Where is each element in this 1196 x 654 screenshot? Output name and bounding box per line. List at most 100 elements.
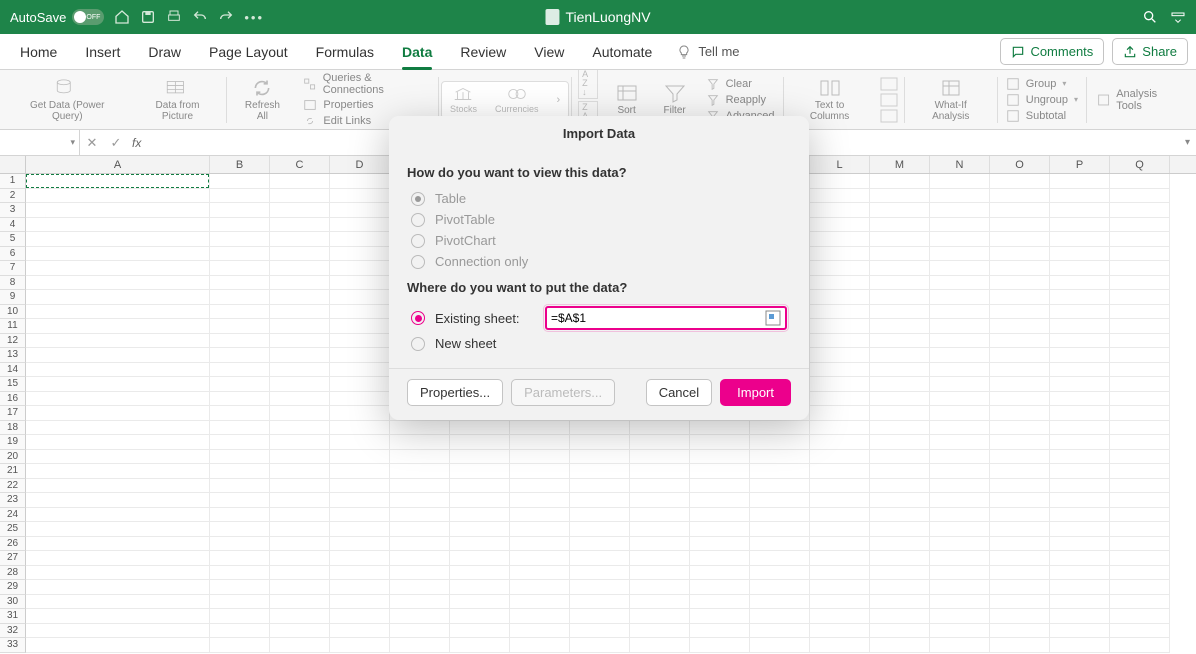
cell[interactable] <box>570 421 630 436</box>
cell[interactable] <box>26 232 210 247</box>
refresh-all-button[interactable]: Refresh All <box>229 72 295 127</box>
cell[interactable] <box>750 493 810 508</box>
data-types-gallery[interactable]: Stocks Currencies › <box>441 81 569 119</box>
cell[interactable] <box>26 261 210 276</box>
cell[interactable] <box>810 435 870 450</box>
column-header[interactable]: B <box>210 156 270 173</box>
cell[interactable] <box>990 305 1050 320</box>
cell[interactable] <box>390 580 450 595</box>
cell[interactable] <box>1110 377 1170 392</box>
cell[interactable] <box>930 276 990 291</box>
cell[interactable] <box>990 247 1050 262</box>
cell[interactable] <box>750 551 810 566</box>
cell[interactable] <box>390 479 450 494</box>
tab-automate[interactable]: Automate <box>580 38 664 66</box>
cell[interactable] <box>990 580 1050 595</box>
cell[interactable] <box>990 189 1050 204</box>
cell[interactable] <box>1050 421 1110 436</box>
cell[interactable] <box>210 247 270 262</box>
cell[interactable] <box>270 377 330 392</box>
cell[interactable] <box>930 609 990 624</box>
cell[interactable] <box>930 624 990 639</box>
cell[interactable] <box>570 580 630 595</box>
cell[interactable] <box>270 392 330 407</box>
row-header[interactable]: 26 <box>0 537 26 552</box>
cell[interactable] <box>690 522 750 537</box>
queries-connections[interactable]: Queries & Connections <box>303 71 430 97</box>
column-header[interactable]: L <box>810 156 870 173</box>
cell[interactable] <box>870 174 930 189</box>
cell[interactable] <box>990 450 1050 465</box>
radio-icon[interactable] <box>411 337 425 351</box>
cell[interactable] <box>26 537 210 552</box>
cell[interactable] <box>270 450 330 465</box>
cell[interactable] <box>810 580 870 595</box>
cell[interactable] <box>26 508 210 523</box>
cell[interactable] <box>570 566 630 581</box>
cell[interactable] <box>930 334 990 349</box>
cell[interactable] <box>1110 261 1170 276</box>
cell[interactable] <box>26 276 210 291</box>
cell[interactable] <box>270 406 330 421</box>
cell[interactable] <box>930 232 990 247</box>
cell[interactable] <box>1050 624 1110 639</box>
cell[interactable] <box>990 319 1050 334</box>
cell[interactable] <box>1110 508 1170 523</box>
cell[interactable] <box>270 348 330 363</box>
row-header[interactable]: 31 <box>0 609 26 624</box>
cell[interactable] <box>510 566 570 581</box>
cell[interactable] <box>1050 508 1110 523</box>
tab-draw[interactable]: Draw <box>136 38 193 66</box>
cell[interactable] <box>26 334 210 349</box>
cell[interactable] <box>990 595 1050 610</box>
cell[interactable] <box>26 551 210 566</box>
cell[interactable] <box>1110 232 1170 247</box>
tab-formulas[interactable]: Formulas <box>304 38 386 66</box>
cell[interactable] <box>1110 624 1170 639</box>
tab-review[interactable]: Review <box>448 38 518 66</box>
column-header[interactable]: C <box>270 156 330 173</box>
cell[interactable] <box>210 319 270 334</box>
cell[interactable] <box>810 174 870 189</box>
cell[interactable] <box>390 566 450 581</box>
cell[interactable] <box>330 566 390 581</box>
cell[interactable] <box>990 537 1050 552</box>
cell[interactable] <box>26 638 210 653</box>
cell[interactable] <box>990 290 1050 305</box>
cell[interactable] <box>450 493 510 508</box>
cell[interactable] <box>570 522 630 537</box>
cell[interactable] <box>330 435 390 450</box>
cell[interactable] <box>690 421 750 436</box>
cell[interactable] <box>390 493 450 508</box>
cell[interactable] <box>210 450 270 465</box>
cell[interactable] <box>630 493 690 508</box>
properties-button[interactable]: Properties... <box>407 379 503 406</box>
cell[interactable] <box>1050 638 1110 653</box>
cell[interactable] <box>1050 580 1110 595</box>
cell[interactable] <box>870 232 930 247</box>
subtotal-button[interactable]: Subtotal <box>1006 108 1066 124</box>
cell[interactable] <box>990 566 1050 581</box>
cell[interactable] <box>810 493 870 508</box>
cell[interactable] <box>330 334 390 349</box>
cell[interactable] <box>26 290 210 305</box>
cell[interactable] <box>690 435 750 450</box>
cell[interactable] <box>270 189 330 204</box>
flash-fill-icon[interactable] <box>880 77 898 91</box>
cell[interactable] <box>26 203 210 218</box>
row-header[interactable]: 29 <box>0 580 26 595</box>
clear-filter[interactable]: Clear <box>706 76 752 92</box>
cell[interactable] <box>270 421 330 436</box>
column-header[interactable]: N <box>930 156 990 173</box>
cell[interactable] <box>690 580 750 595</box>
search-icon[interactable] <box>1142 9 1158 25</box>
cell[interactable] <box>450 566 510 581</box>
cell[interactable] <box>930 464 990 479</box>
analysis-tools[interactable]: Analysis Tools <box>1097 87 1182 113</box>
cell[interactable] <box>570 479 630 494</box>
cell[interactable] <box>990 435 1050 450</box>
cell[interactable] <box>570 638 630 653</box>
cell[interactable] <box>930 290 990 305</box>
cell[interactable] <box>1050 363 1110 378</box>
cell[interactable] <box>330 537 390 552</box>
